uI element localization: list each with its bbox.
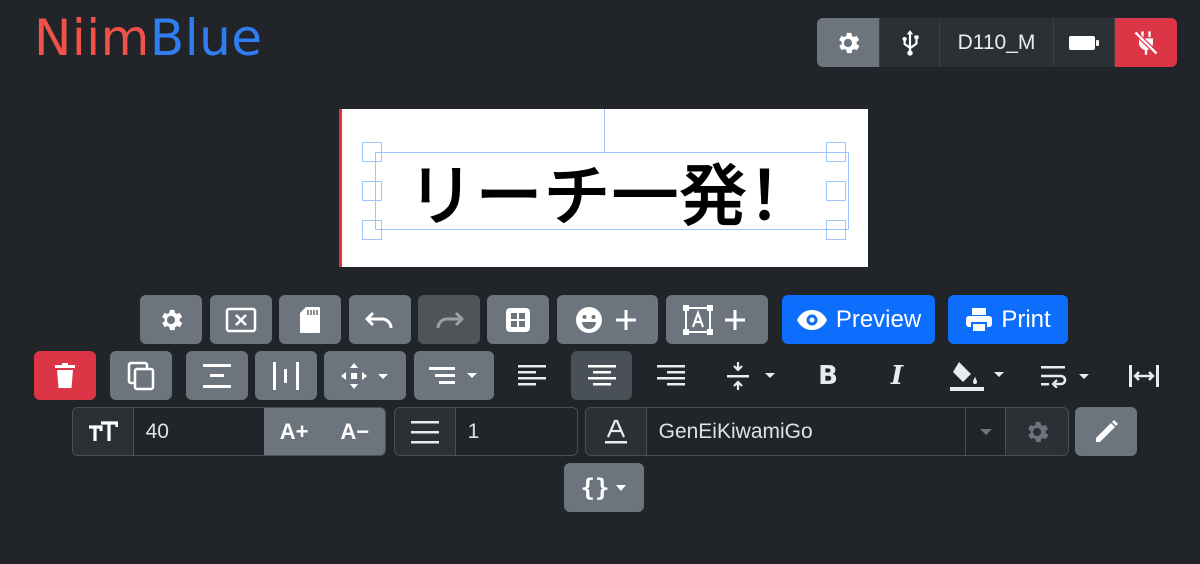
gear-icon (1028, 421, 1049, 442)
emoji-add-icon (575, 306, 636, 333)
battery-status (1054, 18, 1115, 67)
gear-icon (162, 309, 183, 330)
unplug-icon (1133, 30, 1159, 55)
variables-dropdown[interactable]: {} (564, 463, 644, 512)
label-canvas[interactable]: リーチ一発！ (339, 109, 868, 267)
resize-handle[interactable] (826, 181, 846, 201)
chevron-down-icon (979, 428, 992, 435)
font-family-addon (586, 408, 647, 455)
font-size-input[interactable]: 40 (133, 408, 264, 455)
fit-width-button[interactable] (1113, 351, 1175, 400)
align-center-button[interactable] (571, 351, 632, 400)
font-size-increase-button[interactable]: A+ (263, 408, 325, 455)
font-family-dropdown-toggle[interactable] (964, 408, 1007, 455)
print-button[interactable]: Print (948, 295, 1068, 344)
app-logo: NiimBlue (34, 6, 263, 70)
add-text-button[interactable] (666, 295, 768, 344)
eye-icon (796, 309, 827, 330)
italic-icon: I (890, 360, 904, 391)
wrap-dropdown[interactable] (1030, 351, 1102, 400)
center-vertically-button[interactable] (186, 351, 248, 400)
trash-icon (55, 362, 75, 388)
printer-settings-button[interactable] (817, 18, 880, 67)
preview-button[interactable]: Preview (782, 295, 935, 344)
text-height-icon (88, 420, 118, 441)
font-icon (604, 419, 627, 443)
line-height-addon (395, 408, 456, 455)
align-right-icon (657, 364, 685, 385)
move-icon (341, 362, 388, 389)
align-left-button[interactable] (501, 351, 563, 400)
align-center-icon (587, 364, 616, 385)
font-family-group: GenEiKiwamiGo (585, 407, 1069, 456)
resize-handle[interactable] (826, 220, 846, 240)
font-family-input[interactable]: GenEiKiwamiGo (646, 408, 965, 455)
redo-button[interactable] (418, 295, 480, 344)
selection-box (375, 152, 849, 230)
usb-connection-button[interactable] (880, 18, 940, 67)
align-left-icon (518, 364, 546, 385)
text-align-dropdown-icon (429, 366, 477, 384)
position-dropdown[interactable] (324, 351, 406, 400)
line-height-input[interactable]: 1 (455, 408, 577, 455)
canvas-edge-marker (339, 109, 342, 267)
undo-icon (365, 311, 393, 328)
grid-icon (506, 307, 530, 332)
pencil-icon (1096, 419, 1118, 442)
clear-icon (225, 307, 257, 332)
sd-card-icon (300, 306, 320, 333)
center-horizontally-button[interactable] (255, 351, 317, 400)
battery-icon (1069, 35, 1099, 50)
templates-button[interactable] (487, 295, 549, 344)
align-center-horizontal-icon (273, 361, 299, 390)
text-align-dropdown[interactable] (414, 351, 494, 400)
font-size-decrease-button[interactable]: A− (324, 408, 385, 455)
line-height-icon (410, 420, 439, 443)
resize-handle[interactable] (362, 220, 382, 240)
edit-text-button[interactable] (1075, 407, 1137, 456)
chevron-down-icon (616, 484, 627, 491)
copy-icon (127, 361, 155, 390)
variables-label: {} (580, 473, 610, 502)
align-center-vertical-icon (203, 363, 231, 388)
usb-icon (901, 29, 919, 56)
preview-label: Preview (835, 305, 922, 333)
device-name: D110_M (940, 18, 1054, 67)
connection-group: D110_M (817, 18, 1177, 67)
gear-icon (839, 32, 860, 53)
font-size-addon (73, 408, 134, 455)
add-icon-button[interactable] (557, 295, 658, 344)
undo-button[interactable] (349, 295, 411, 344)
text-add-icon (683, 304, 745, 335)
bold-button[interactable]: B (797, 351, 859, 400)
fill-dropdown[interactable] (937, 351, 1019, 400)
delete-button[interactable] (34, 351, 96, 400)
resize-handle[interactable] (362, 181, 382, 201)
resize-handle[interactable] (362, 142, 382, 162)
font-settings-button[interactable] (1006, 408, 1068, 455)
duplicate-button[interactable] (110, 351, 172, 400)
bold-icon: B (818, 360, 838, 391)
wrap-icon (1041, 365, 1089, 388)
vertical-position-dropdown[interactable] (714, 351, 786, 400)
print-label: Print (1001, 305, 1051, 333)
align-right-button[interactable] (640, 351, 702, 400)
line-height-group: 1 (394, 407, 578, 456)
italic-button[interactable]: I (866, 351, 928, 400)
printer-icon (966, 307, 993, 333)
fill-icon (950, 361, 1004, 391)
disconnect-button[interactable] (1115, 18, 1177, 67)
resize-handle[interactable] (826, 142, 846, 162)
vertical-spacing-icon (727, 361, 775, 390)
redo-icon (436, 311, 464, 328)
label-settings-button[interactable] (140, 295, 202, 344)
fit-width-icon (1129, 364, 1159, 387)
logo-part2: Blue (149, 9, 263, 67)
saved-labels-button[interactable] (279, 295, 341, 344)
clear-canvas-button[interactable] (210, 295, 272, 344)
logo-part1: Niim (34, 9, 150, 67)
font-size-group: 40 A+ A− (72, 407, 386, 456)
